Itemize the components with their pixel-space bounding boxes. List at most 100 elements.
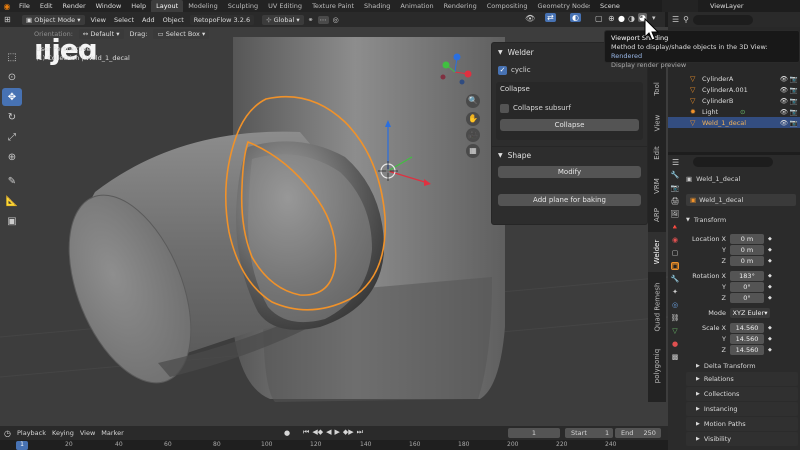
- visibility-eye-icon[interactable]: 👁: [780, 119, 788, 127]
- outliner-search-input[interactable]: [693, 14, 754, 25]
- menu-add[interactable]: Add: [140, 16, 157, 24]
- proportional-edit-icon[interactable]: ◎: [333, 16, 339, 24]
- outliner-item-cylindera-001[interactable]: ▽ CylinderA.001 👁 📷: [668, 84, 800, 95]
- view-layer-props-icon[interactable]: 🖼: [671, 210, 680, 218]
- menu-edit[interactable]: Edit: [35, 2, 58, 10]
- scale-x-field[interactable]: 14.560: [730, 322, 764, 333]
- tab-shading[interactable]: Shading: [359, 0, 395, 12]
- collapse-button[interactable]: Collapse: [500, 119, 639, 131]
- marker-menu[interactable]: Marker: [101, 429, 123, 437]
- shape-panel-header[interactable]: ▼ Shape: [492, 146, 647, 164]
- scene-selector[interactable]: Scene: [590, 0, 662, 12]
- particles-props-icon[interactable]: ✦: [672, 288, 678, 296]
- shading-wireframe-icon[interactable]: ⊕: [608, 14, 615, 23]
- snap-icon[interactable]: ⋯: [317, 15, 329, 24]
- tab-layout[interactable]: Layout: [151, 0, 184, 12]
- visibility-eye-icon[interactable]: 👁: [780, 86, 788, 94]
- section-motion-paths[interactable]: ▶ Motion Paths: [686, 417, 798, 431]
- zoom-icon[interactable]: 🔍: [466, 94, 480, 108]
- play-icon[interactable]: ▶: [334, 428, 339, 437]
- rotation-z-field[interactable]: 0°: [730, 292, 764, 303]
- mode-dropdown[interactable]: ▣ Object Mode ▾: [22, 14, 85, 25]
- location-y-field[interactable]: 0 m: [730, 244, 764, 255]
- properties-search-input[interactable]: [693, 157, 774, 167]
- constraints-props-icon[interactable]: ⛓: [671, 314, 680, 322]
- menu-file[interactable]: File: [14, 2, 35, 10]
- jump-end-icon[interactable]: ⏭: [357, 428, 363, 437]
- perspective-toggle-icon[interactable]: ▦: [466, 144, 480, 158]
- keyframe-dot-icon[interactable]: ◆: [768, 347, 772, 353]
- keying-menu[interactable]: Keying: [52, 429, 74, 437]
- visibility-eye-icon[interactable]: 👁: [780, 97, 788, 105]
- tab-sculpting[interactable]: Sculpting: [223, 0, 263, 12]
- render-camera-icon[interactable]: 📷: [790, 86, 798, 94]
- collapse-subsurf-checkbox[interactable]: [500, 103, 509, 113]
- add-cube-tool-icon[interactable]: ▣: [2, 212, 22, 230]
- select-box-tool-icon[interactable]: ⬚: [2, 48, 22, 66]
- tab-view[interactable]: View: [648, 108, 666, 138]
- keyframe-dot-icon[interactable]: ◆: [768, 284, 772, 290]
- menu-object[interactable]: Object: [161, 16, 186, 24]
- tab-geometry-nodes[interactable]: Geometry Nodes: [533, 0, 598, 12]
- data-props-icon[interactable]: ▽: [672, 327, 677, 335]
- tab-texture-paint[interactable]: Texture Paint: [307, 0, 359, 12]
- visibility-eye-icon[interactable]: 👁: [780, 75, 788, 83]
- outliner-item-weld-1-decal[interactable]: ▽ Weld_1_decal 👁 📷: [668, 117, 800, 128]
- collection-props-icon[interactable]: ▢: [672, 249, 679, 257]
- prev-key-icon[interactable]: ◀◆: [312, 428, 323, 437]
- render-camera-icon[interactable]: 📷: [790, 108, 798, 116]
- annotate-tool-icon[interactable]: ✎: [2, 172, 22, 190]
- render-camera-icon[interactable]: 📷: [790, 75, 798, 83]
- tab-edit[interactable]: Edit: [648, 140, 666, 166]
- camera-view-icon[interactable]: 🎥: [466, 128, 480, 142]
- end-frame-field[interactable]: End 250: [615, 428, 661, 438]
- keyframe-dot-icon[interactable]: ◆: [768, 295, 772, 301]
- transform-header[interactable]: ▼ Transform: [686, 213, 798, 227]
- physics-props-icon[interactable]: ◎: [672, 301, 678, 309]
- current-frame-field[interactable]: 1: [508, 428, 560, 438]
- keyframe-dot-icon[interactable]: ◆: [768, 273, 772, 279]
- keyframe-dot-icon[interactable]: ◆: [768, 336, 772, 342]
- outliner-item-cylinderb[interactable]: ▽ CylinderB 👁 📷: [668, 95, 800, 106]
- pan-icon[interactable]: ✋: [466, 112, 480, 126]
- scale-y-field[interactable]: 14.560: [730, 333, 764, 344]
- pivot-icon[interactable]: ⚭: [308, 16, 314, 24]
- outliner-item-light[interactable]: ✹ Light ⊙ 👁 📷: [668, 106, 800, 117]
- tab-quad-remesh[interactable]: Quad Remesh: [648, 274, 666, 340]
- transform-orientation-dropdown[interactable]: ⊹ Global ▾: [262, 14, 304, 25]
- tab-modeling[interactable]: Modeling: [183, 0, 223, 12]
- texture-props-icon[interactable]: ▩: [672, 353, 679, 361]
- outliner-item-cylindera[interactable]: ▽ CylinderA 👁 📷: [668, 73, 800, 84]
- shading-solid-icon[interactable]: ●: [618, 14, 625, 23]
- object-props-icon[interactable]: ▣: [670, 262, 680, 270]
- rotation-mode-dropdown[interactable]: XYZ Euler ▾: [730, 307, 770, 318]
- visibility-eye-icon[interactable]: 👁: [780, 108, 788, 116]
- next-key-icon[interactable]: ◆▶: [343, 428, 354, 437]
- record-icon[interactable]: ●: [284, 429, 290, 437]
- render-camera-icon[interactable]: 📷: [790, 97, 798, 105]
- tab-rendering[interactable]: Rendering: [439, 0, 482, 12]
- object-name-field[interactable]: ▣ Weld_1_decal: [686, 194, 796, 206]
- tool-props-icon[interactable]: 🔧: [671, 171, 680, 179]
- tab-uv-editing[interactable]: UV Editing: [263, 0, 307, 12]
- blender-logo-icon[interactable]: ◉: [0, 2, 14, 11]
- section-visibility[interactable]: ▶ Visibility: [686, 432, 798, 446]
- keyframe-dot-icon[interactable]: ◆: [768, 325, 772, 331]
- tab-vrm[interactable]: VRM: [648, 172, 666, 200]
- tab-welder[interactable]: Welder: [648, 232, 666, 272]
- scene-props-icon[interactable]: 🔺: [671, 223, 680, 231]
- render-camera-icon[interactable]: 📷: [790, 119, 798, 127]
- jump-start-icon[interactable]: ⏮: [303, 428, 309, 437]
- rotation-y-field[interactable]: 0°: [730, 281, 764, 292]
- material-props-icon[interactable]: ●: [672, 340, 678, 348]
- gizmo-icon[interactable]: ⇄: [545, 13, 556, 22]
- cyclic-checkbox[interactable]: ✓: [498, 65, 507, 75]
- drag-dropdown[interactable]: ▭ Select Box ▾: [153, 29, 210, 39]
- timeline-view-menu[interactable]: View: [80, 429, 95, 437]
- transform-tool-icon[interactable]: ⊕: [2, 148, 22, 166]
- viewlayer-selector[interactable]: ViewLayer: [698, 0, 800, 12]
- playhead[interactable]: 1: [16, 441, 28, 450]
- render-props-icon[interactable]: 📷: [671, 184, 680, 192]
- outliner-editor-icon[interactable]: ☰: [672, 15, 679, 24]
- output-props-icon[interactable]: 🖨: [671, 197, 680, 205]
